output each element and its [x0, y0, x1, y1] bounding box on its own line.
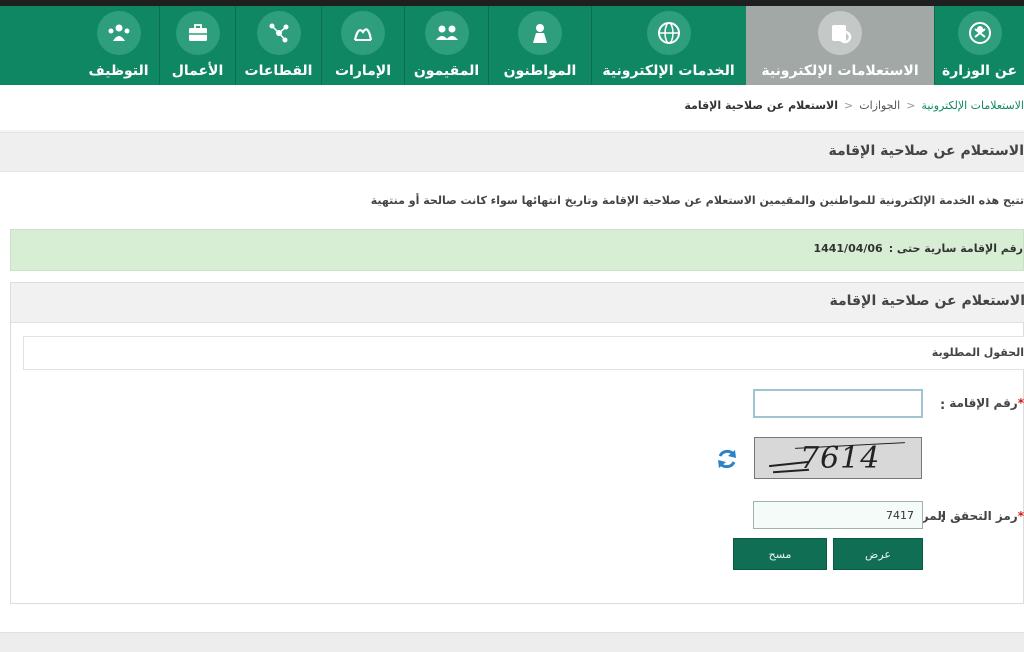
- nav-label: الإمارات: [334, 63, 392, 79]
- breadcrumb: الاستعلامات الإلكترونية < الجوازات < الا…: [684, 99, 1024, 112]
- form-header: الاستعلام عن صلاحية الإقامة: [11, 283, 1024, 323]
- nav-label: الأعمال: [171, 63, 224, 79]
- nav-divider: [488, 6, 489, 85]
- nav-item-citizens[interactable]: المواطنون: [489, 6, 591, 85]
- notice-label: رقم الإقامة سارية حتى :: [888, 242, 1023, 255]
- footer-strip: [0, 632, 1024, 652]
- nav-label: التوظيف: [88, 63, 149, 79]
- clear-button[interactable]: مسح: [733, 538, 827, 570]
- required-note-text: الحقول المطلوبة: [931, 346, 1024, 359]
- nav-item-emirates[interactable]: الإمارات: [322, 6, 404, 85]
- breadcrumb-link-inquiries[interactable]: الاستعلامات الإلكترونية: [921, 99, 1024, 112]
- emblem-icon: [957, 11, 1002, 55]
- residents-icon: [424, 11, 469, 55]
- emirates-icon: [341, 11, 385, 55]
- nav-item-electronic-inquiries[interactable]: الاستعلامات الإلكترونية: [746, 6, 934, 85]
- nav-item-sectors[interactable]: القطاعات: [236, 6, 321, 85]
- nav-item-employment[interactable]: التوظيف: [78, 6, 159, 85]
- field-colon: :: [940, 511, 946, 526]
- refresh-captcha-icon[interactable]: [714, 446, 740, 472]
- captcha-input[interactable]: [753, 501, 923, 529]
- nav-label: الخدمات الإلكترونية: [602, 63, 735, 79]
- page-title: الاستعلام عن صلاحية الإقامة: [828, 143, 1024, 159]
- nav-divider: [404, 6, 405, 85]
- nav-divider: [159, 6, 160, 85]
- nav-item-residents[interactable]: المقيمون: [405, 6, 488, 85]
- result-notice: رقم الإقامة سارية حتى : 1441/04/06: [10, 229, 1024, 271]
- main-navigation: عن الوزارة الاستعلامات الإلكترونية الخدم…: [0, 6, 1024, 85]
- nav-divider: [235, 6, 236, 85]
- breadcrumb-separator: <: [844, 99, 854, 112]
- nav-label: المقيمون: [413, 63, 480, 79]
- page-title-bar: الاستعلام عن صلاحية الإقامة: [0, 132, 1024, 172]
- sectors-icon: [256, 11, 301, 55]
- nav-label: المواطنون: [503, 63, 577, 79]
- nav-label: القطاعات: [244, 63, 313, 79]
- nav-label: الاستعلامات الإلكترونية: [761, 63, 919, 79]
- captcha-image: 7614: [754, 437, 922, 479]
- inquiry-icon: [818, 11, 862, 55]
- employment-icon: [96, 11, 141, 55]
- service-description: تتيح هذه الخدمة الإلكترونية للمواطنين وا…: [370, 194, 1024, 207]
- globe-icon: [646, 11, 691, 55]
- iqama-number-input[interactable]: [753, 389, 923, 418]
- required-star: *: [1017, 509, 1024, 523]
- required-star: *: [1017, 396, 1024, 410]
- nav-divider: [934, 6, 935, 85]
- iqama-number-label: *رقم الإقامة: [949, 396, 1024, 410]
- submit-button[interactable]: عرض: [833, 538, 923, 570]
- nav-item-about-ministry[interactable]: عن الوزارة: [935, 6, 1024, 85]
- breadcrumb-separator: <: [906, 99, 916, 112]
- breadcrumb-current: الاستعلام عن صلاحية الإقامة: [684, 99, 838, 112]
- breadcrumb-link-passports[interactable]: الجوازات: [859, 99, 900, 112]
- breadcrumb-bar: الاستعلامات الإلكترونية < الجوازات < الا…: [0, 85, 1024, 130]
- nav-label: عن الوزارة: [941, 63, 1018, 79]
- required-fields-note: الحقول المطلوبة: [23, 336, 1024, 370]
- nav-item-electronic-services[interactable]: الخدمات الإلكترونية: [592, 6, 745, 85]
- form-title: الاستعلام عن صلاحية الإقامة: [829, 293, 1024, 309]
- field-colon: :: [940, 398, 946, 413]
- notice-date: 1441/04/06: [813, 242, 883, 255]
- nav-divider: [591, 6, 592, 85]
- citizen-icon: [518, 11, 562, 55]
- business-icon: [175, 11, 220, 55]
- nav-divider: [321, 6, 322, 85]
- nav-item-business[interactable]: الأعمال: [160, 6, 235, 85]
